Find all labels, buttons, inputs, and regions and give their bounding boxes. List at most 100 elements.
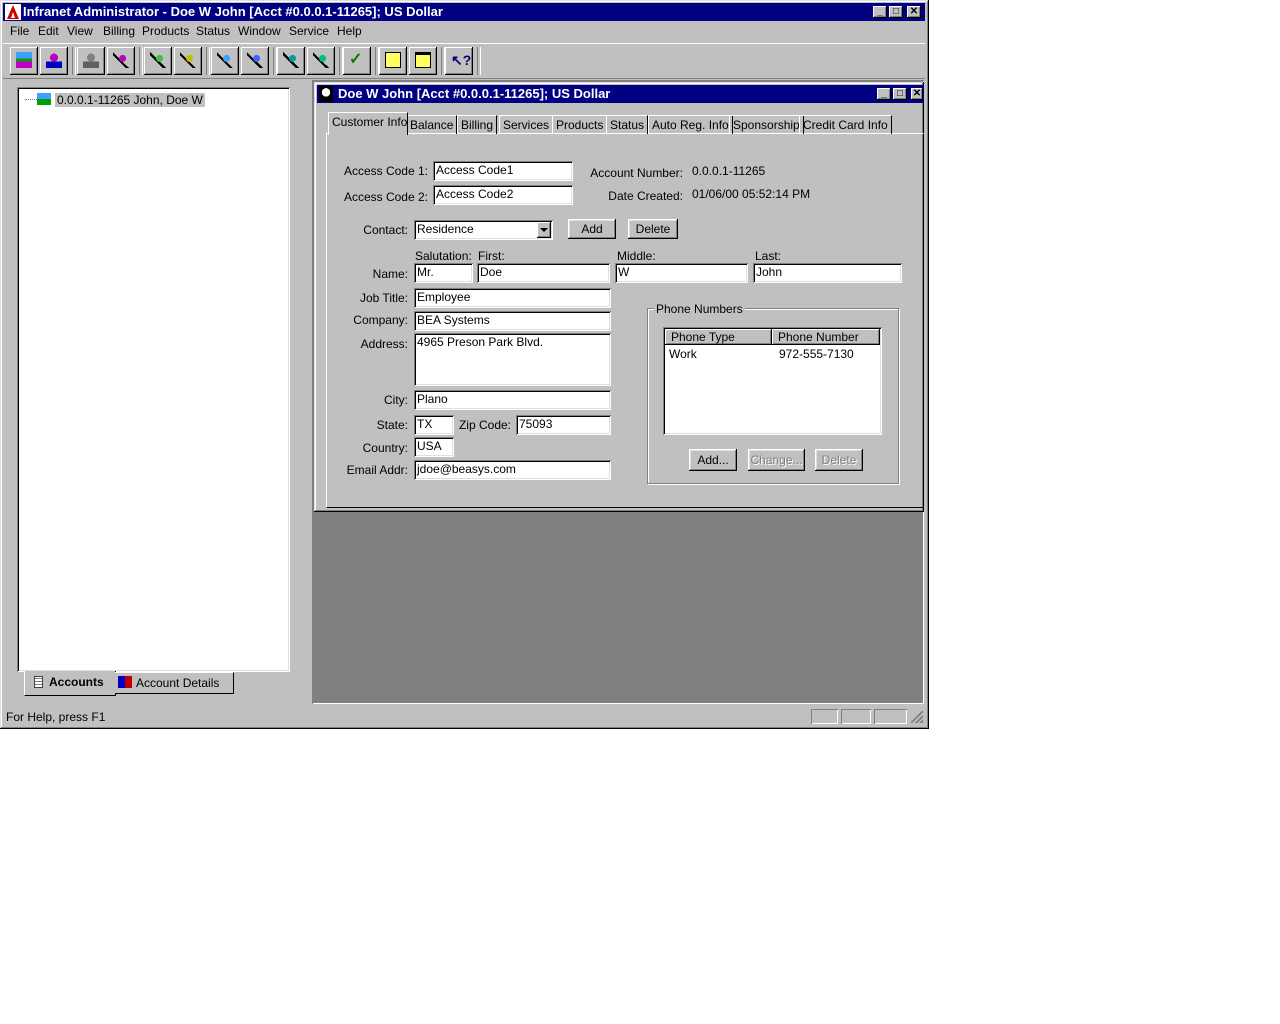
state-field[interactable]: TX	[414, 415, 454, 435]
tab-services[interactable]: Services	[499, 115, 554, 134]
tab-sponsorship[interactable]: Sponsorship	[729, 115, 804, 134]
phone-type-cell: Work	[669, 347, 697, 361]
edit-note-button[interactable]	[379, 47, 407, 75]
customer-icon	[46, 52, 62, 68]
menu-view[interactable]: View	[67, 24, 93, 38]
access-code-2-field[interactable]: Access Code2	[433, 185, 573, 205]
search-product-button[interactable]	[241, 47, 269, 75]
job-title-field[interactable]: Employee	[414, 288, 611, 308]
tab-auto-reg-info[interactable]: Auto Reg. Info	[648, 115, 733, 134]
toolbar-separator	[139, 47, 143, 75]
app-logo-icon	[5, 4, 21, 20]
access-code-2-label: Access Code 2:	[343, 190, 428, 204]
list-icon	[34, 676, 43, 688]
email-field[interactable]: jdoe@beasys.com	[414, 460, 611, 480]
menu-help[interactable]: Help	[337, 24, 362, 38]
country-field[interactable]: USA	[414, 437, 454, 457]
company-label: Company:	[353, 313, 408, 327]
access-code-1-field[interactable]: Access Code1	[433, 161, 573, 181]
zip-code-field[interactable]: 75093	[516, 415, 611, 435]
contact-select[interactable]: Residence	[414, 220, 553, 240]
menu-file[interactable]: File	[10, 24, 29, 38]
tab-accounts-label: Accounts	[49, 675, 104, 689]
first-name-field[interactable]: Doe	[477, 263, 610, 283]
tree-item-label: 0.0.0.1-11265 John, Doe W	[55, 93, 205, 107]
add-contact-button[interactable]: Add	[568, 219, 616, 239]
country-label: Country:	[362, 441, 408, 455]
salutation-field[interactable]: Mr.	[414, 263, 473, 283]
tab-customer-info[interactable]: Customer Info	[328, 112, 408, 135]
tab-billing[interactable]: Billing	[457, 115, 498, 134]
tab-credit-card-info[interactable]: Credit Card Info	[799, 115, 892, 134]
state-label: State:	[376, 418, 408, 432]
contact-select-value: Residence	[417, 222, 474, 236]
company-field[interactable]: BEA Systems	[414, 311, 611, 331]
account-window-icon	[319, 86, 333, 102]
search-account-button[interactable]	[107, 47, 135, 75]
search-product-icon	[247, 52, 263, 68]
menu-products[interactable]: Products	[142, 24, 189, 38]
account-gray-button[interactable]	[77, 47, 105, 75]
title-bar[interactable]: Infranet Administrator - Doe W John [Acc…	[3, 3, 925, 21]
note-icon	[415, 52, 431, 68]
first-label: First:	[478, 249, 505, 263]
menu-edit[interactable]: Edit	[38, 24, 59, 38]
tab-balance[interactable]: Balance	[406, 115, 458, 134]
menu-window[interactable]: Window	[238, 24, 281, 38]
child-minimize-button[interactable]: _	[877, 88, 891, 100]
tab-status[interactable]: Status	[606, 115, 649, 134]
find-button[interactable]	[144, 47, 172, 75]
middle-label: Middle:	[617, 249, 656, 263]
account-number-label: Account Number:	[590, 166, 683, 180]
account-tree[interactable]: 0.0.0.1-11265 John, Doe W	[17, 87, 290, 672]
tab-account-details[interactable]: Account Details	[115, 672, 234, 694]
menu-billing[interactable]: Billing	[103, 24, 135, 38]
last-name-field[interactable]: John	[753, 263, 902, 283]
child-close-button[interactable]: ✕	[911, 88, 923, 100]
zip-code-label: Zip Code:	[458, 418, 511, 432]
status-text: For Help, press F1	[6, 710, 106, 724]
phone-change-button[interactable]: Change...	[748, 449, 805, 471]
new-account-button[interactable]	[10, 47, 38, 75]
account-window-title-bar[interactable]: Doe W John [Acct #0.0.0.1-11265]; US Dol…	[317, 85, 924, 103]
middle-name-field[interactable]: W	[615, 263, 748, 283]
resize-grip-icon[interactable]	[911, 711, 923, 723]
search-service-button[interactable]	[211, 47, 239, 75]
menu-status[interactable]: Status	[196, 24, 230, 38]
child-maximize-button[interactable]: □	[893, 88, 907, 100]
status-bar: For Help, press F1	[3, 707, 925, 726]
city-field[interactable]: Plano	[414, 390, 611, 410]
context-help-button[interactable]: ↖?	[445, 47, 473, 75]
toolbar: ✓ ↖?	[3, 43, 925, 79]
account-node-icon	[37, 93, 51, 105]
find-next-button[interactable]	[174, 47, 202, 75]
customer-button[interactable]	[40, 47, 68, 75]
phone-list[interactable]: Phone Type Phone Number Work 972-555-713…	[663, 327, 882, 435]
search-event-button[interactable]	[307, 47, 335, 75]
delete-contact-button[interactable]: Delete	[628, 219, 678, 239]
maximize-button[interactable]: □	[889, 6, 903, 18]
menu-bar: File Edit View Billing Products Status W…	[3, 22, 925, 41]
note-button[interactable]	[409, 47, 437, 75]
tab-products[interactable]: Products	[552, 115, 608, 134]
account-details-icon	[118, 676, 132, 688]
city-label: City:	[384, 393, 408, 407]
address-field[interactable]: 4965 Preson Park Blvd.	[414, 333, 611, 386]
table-row[interactable]: Work 972-555-7130	[665, 347, 880, 363]
tab-account-details-label: Account Details	[136, 676, 220, 690]
salutation-label: Salutation:	[415, 249, 472, 263]
phone-type-header[interactable]: Phone Type	[665, 329, 772, 345]
phone-number-header[interactable]: Phone Number	[772, 329, 880, 345]
search-bill-button[interactable]	[277, 47, 305, 75]
menu-service[interactable]: Service	[289, 24, 329, 38]
minimize-button[interactable]: _	[873, 6, 887, 18]
account-window-title: Doe W John [Acct #0.0.0.1-11265]; US Dol…	[338, 86, 611, 101]
phone-add-button[interactable]: Add...	[689, 449, 737, 471]
close-button[interactable]: ✕	[907, 6, 921, 18]
chevron-down-icon[interactable]	[537, 222, 551, 238]
phone-numbers-legend: Phone Numbers	[654, 302, 745, 316]
check-button[interactable]: ✓	[343, 47, 371, 75]
tab-accounts[interactable]: Accounts	[24, 671, 116, 696]
phone-delete-button[interactable]: Delete	[815, 449, 863, 471]
tree-item-account[interactable]: 0.0.0.1-11265 John, Doe W	[37, 93, 205, 107]
